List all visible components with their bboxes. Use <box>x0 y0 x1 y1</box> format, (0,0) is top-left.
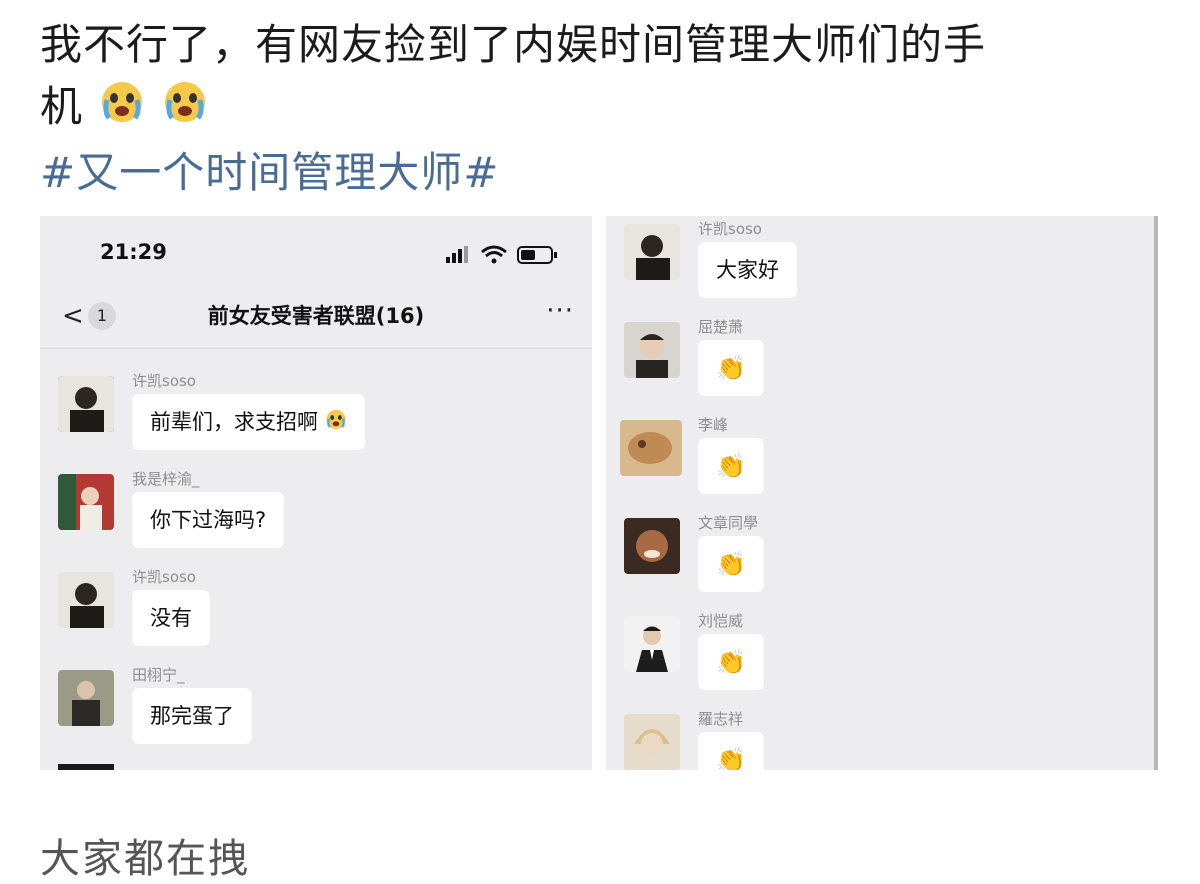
clapping-hands-icon: 👏 <box>716 354 746 382</box>
sender-name: 文章同學 <box>698 514 759 532</box>
wifi-icon <box>481 245 507 264</box>
message-text: 你下过海吗? <box>150 508 267 532</box>
chat-message: 田栩宁_ 那完蛋了 <box>40 664 592 754</box>
message-bubble[interactable]: 那完蛋了 <box>132 688 252 744</box>
signal-icon <box>446 246 468 263</box>
battery-icon <box>517 246 557 264</box>
sender-name: 我是梓渝_ <box>132 470 200 488</box>
message-bubble[interactable]: 你下过海吗? <box>132 492 285 548</box>
avatar[interactable] <box>620 420 682 476</box>
chat-nav-bar: < 1 前女友受害者联盟(16) ··· <box>40 286 592 349</box>
group-chat-title: 前女友受害者联盟(16) <box>207 304 425 328</box>
avatar[interactable] <box>624 322 680 378</box>
sender-name: 许凯soso <box>132 568 196 586</box>
sender-name: 羅志祥 <box>698 710 744 728</box>
status-time: 21:29 <box>100 240 167 264</box>
status-icons <box>444 244 564 270</box>
post-line-1: 我不行了，有网友捡到了内娱时间管理大师们的手 <box>40 20 987 69</box>
clapping-hands-icon: 👏 <box>716 452 746 480</box>
message-bubble[interactable]: 👏 <box>698 438 764 494</box>
message-bubble[interactable]: 👏 <box>698 340 764 396</box>
message-bubble[interactable]: 前辈们，求支招啊 <box>132 394 365 450</box>
status-bar: 21:29 <box>40 216 592 286</box>
chat-message: 羅志祥 👏 <box>606 708 1154 770</box>
clapping-hands-icon: 👏 <box>716 550 746 578</box>
crying-face-icon <box>99 78 145 141</box>
message-text: 前辈们，求支招啊 <box>150 410 318 434</box>
avatar[interactable] <box>58 670 114 726</box>
chat-message: 刘恺威 👏 <box>606 610 1154 700</box>
sender-name: 许凯soso <box>132 372 196 390</box>
avatar[interactable] <box>624 714 680 770</box>
post-text: 我不行了，有网友捡到了内娱时间管理大师们的手 机 <box>40 14 1160 141</box>
chat-screenshot-right[interactable]: 许凯soso 大家好 屈楚萧 👏 李峰 👏 文章同學 👏 刘恺威 👏 羅志祥 👏 <box>606 216 1158 770</box>
chat-message: 李峰 👏 <box>606 414 1154 504</box>
message-bubble[interactable]: 👏 <box>698 732 764 770</box>
more-options-button[interactable]: ··· <box>546 296 574 326</box>
chat-message: 许凯soso 没有 <box>40 566 592 656</box>
chat-message: 屈楚萧 👏 <box>606 316 1154 406</box>
post-line-2: 机 <box>40 76 1160 141</box>
sender-name: 田栩宁_ <box>132 666 185 684</box>
message-bubble[interactable]: 👏 <box>698 536 764 592</box>
message-text: 那完蛋了 <box>150 704 234 728</box>
clapping-hands-icon: 👏 <box>716 648 746 676</box>
message-text: 没有 <box>150 606 192 630</box>
sender-name: 李峰 <box>698 416 729 434</box>
message-bubble[interactable]: 👏 <box>698 634 764 690</box>
avatar[interactable] <box>58 572 114 628</box>
message-text: 大家好 <box>716 258 779 282</box>
crying-face-icon <box>325 409 347 435</box>
chat-screenshot-left[interactable]: 21:29 < 1 前女友受害者联盟(16) ··· 许凯soso 前辈们，求支… <box>40 216 592 770</box>
post-continuation-text: 大家都在拽 <box>40 836 250 882</box>
message-bubble[interactable]: 没有 <box>132 590 210 646</box>
chat-message: 我是梓渝_ 你下过海吗? <box>40 468 592 558</box>
avatar[interactable] <box>58 376 114 432</box>
avatar <box>58 764 114 770</box>
post-line-2-text: 机 <box>40 82 84 131</box>
sender-name: 刘恺威 <box>698 612 744 630</box>
hashtag-link[interactable]: #又一个时间管理大师# <box>40 142 499 204</box>
clapping-hands-icon: 👏 <box>716 746 746 770</box>
crying-face-icon <box>162 78 208 141</box>
chat-message: 文章同學 👏 <box>606 512 1154 602</box>
chat-message: 许凯soso 前辈们，求支招啊 <box>40 370 592 460</box>
sender-name: 屈楚萧 <box>698 318 744 336</box>
avatar[interactable] <box>624 616 680 672</box>
sender-name: 许凯soso <box>698 220 762 238</box>
avatar[interactable] <box>624 518 680 574</box>
message-bubble[interactable]: 大家好 <box>698 242 797 298</box>
avatar[interactable] <box>58 474 114 530</box>
avatar[interactable] <box>624 224 680 280</box>
chat-message: 许凯soso 大家好 <box>606 218 1154 308</box>
